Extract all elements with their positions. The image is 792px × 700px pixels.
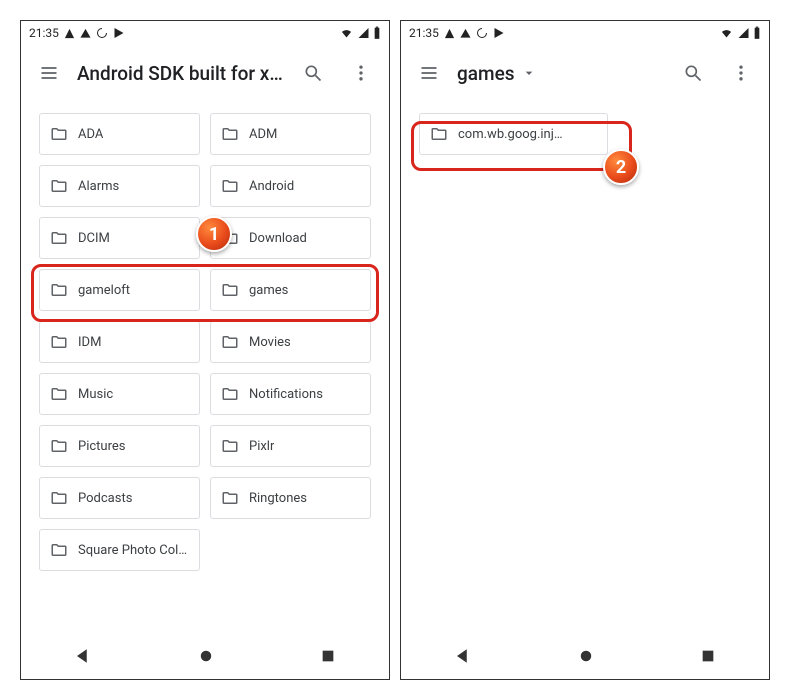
folder-list: com.wb.goog.inj… [419, 113, 751, 155]
folder-label: com.wb.goog.inj… [458, 127, 563, 142]
folder-item[interactable]: com.wb.goog.inj… [419, 113, 608, 155]
folder-label: games [249, 283, 288, 298]
more-button[interactable] [721, 53, 761, 93]
folder-item[interactable]: games [210, 269, 371, 311]
folder-icon [50, 229, 68, 247]
folder-label: DCIM [78, 231, 110, 246]
folder-icon [50, 541, 68, 559]
phone-screen-1: 21:35 Android SDK built for x… ADA ADM Ala… [20, 20, 390, 680]
folder-icon [430, 125, 448, 143]
folder-label: Music [78, 387, 113, 402]
folder-item[interactable]: Pictures [39, 425, 200, 467]
folder-item[interactable]: Music [39, 373, 200, 415]
folder-item[interactable]: Pixlr [210, 425, 371, 467]
chevron-down-icon [521, 65, 537, 81]
warning-icon [460, 28, 471, 39]
folder-label: Android [249, 179, 294, 194]
nav-home[interactable] [577, 647, 595, 665]
sync-icon [476, 27, 488, 39]
wifi-icon [339, 27, 354, 39]
nav-back[interactable] [74, 647, 92, 665]
folder-icon [50, 281, 68, 299]
folder-item[interactable]: Notifications [210, 373, 371, 415]
folder-item[interactable]: Alarms [39, 165, 200, 207]
folder-item[interactable]: gameloft [39, 269, 200, 311]
folder-item[interactable]: Download [210, 217, 371, 259]
folder-item[interactable]: ADM [210, 113, 371, 155]
app-bar: games [401, 45, 769, 101]
folder-icon [50, 125, 68, 143]
folder-icon [50, 385, 68, 403]
wifi-icon [719, 27, 734, 39]
page-title[interactable]: Android SDK built for x… [77, 62, 285, 85]
nav-bar [401, 633, 769, 679]
warning-icon [80, 28, 91, 39]
nav-recent[interactable] [320, 648, 336, 664]
folder-icon [221, 333, 239, 351]
debug-icon [444, 28, 455, 39]
folder-label: Pictures [78, 439, 125, 454]
menu-button[interactable] [409, 53, 449, 93]
folder-label: ADA [78, 127, 103, 142]
folder-grid: ADA ADM Alarms Android DCIM Download gameloft g… [39, 113, 371, 571]
debug-icon [64, 28, 75, 39]
content-area: ADA ADM Alarms Android DCIM Download gameloft g… [21, 101, 389, 633]
folder-label: Podcasts [78, 491, 132, 506]
phone-screen-2: 21:35 games com.wb.goog.inj… [400, 20, 770, 680]
folder-icon [221, 229, 239, 247]
play-icon [113, 27, 125, 39]
battery-icon [753, 26, 761, 40]
folder-item[interactable]: Movies [210, 321, 371, 363]
folder-icon [221, 177, 239, 195]
nav-recent[interactable] [700, 648, 716, 664]
status-time: 21:35 [409, 26, 439, 40]
status-time: 21:35 [29, 26, 59, 40]
page-title: games [457, 62, 515, 85]
folder-item[interactable]: Android [210, 165, 371, 207]
folder-item[interactable]: ADA [39, 113, 200, 155]
nav-bar [21, 633, 389, 679]
folder-item[interactable]: IDM [39, 321, 200, 363]
folder-icon [50, 489, 68, 507]
content-area: com.wb.goog.inj… [401, 101, 769, 633]
folder-label: Download [249, 231, 307, 246]
search-button[interactable] [673, 53, 713, 93]
folder-label: Pixlr [249, 439, 274, 454]
folder-icon [221, 437, 239, 455]
app-bar: Android SDK built for x… [21, 45, 389, 101]
title-dropdown[interactable]: games [457, 62, 665, 85]
battery-icon [373, 26, 381, 40]
folder-item[interactable]: DCIM [39, 217, 200, 259]
signal-icon [737, 27, 750, 39]
folder-item[interactable]: Podcasts [39, 477, 200, 519]
folder-icon [50, 177, 68, 195]
folder-icon [50, 333, 68, 351]
folder-label: gameloft [78, 283, 130, 298]
menu-button[interactable] [29, 53, 69, 93]
folder-label: ADM [249, 127, 277, 142]
nav-home[interactable] [197, 647, 215, 665]
status-bar: 21:35 [21, 21, 389, 45]
more-button[interactable] [341, 53, 381, 93]
play-icon [493, 27, 505, 39]
search-button[interactable] [293, 53, 333, 93]
folder-label: Movies [249, 335, 291, 350]
folder-icon [221, 125, 239, 143]
folder-item[interactable]: Square Photo Col… [39, 529, 200, 571]
sync-icon [96, 27, 108, 39]
nav-back[interactable] [454, 647, 472, 665]
folder-icon [221, 489, 239, 507]
folder-label: Notifications [249, 387, 323, 402]
folder-item[interactable]: Ringtones [210, 477, 371, 519]
folder-label: Ringtones [249, 491, 307, 506]
folder-label: IDM [78, 335, 101, 350]
status-bar: 21:35 [401, 21, 769, 45]
signal-icon [357, 27, 370, 39]
folder-icon [221, 385, 239, 403]
folder-icon [50, 437, 68, 455]
folder-label: Alarms [78, 179, 119, 194]
folder-label: Square Photo Col… [78, 543, 187, 558]
folder-icon [221, 281, 239, 299]
